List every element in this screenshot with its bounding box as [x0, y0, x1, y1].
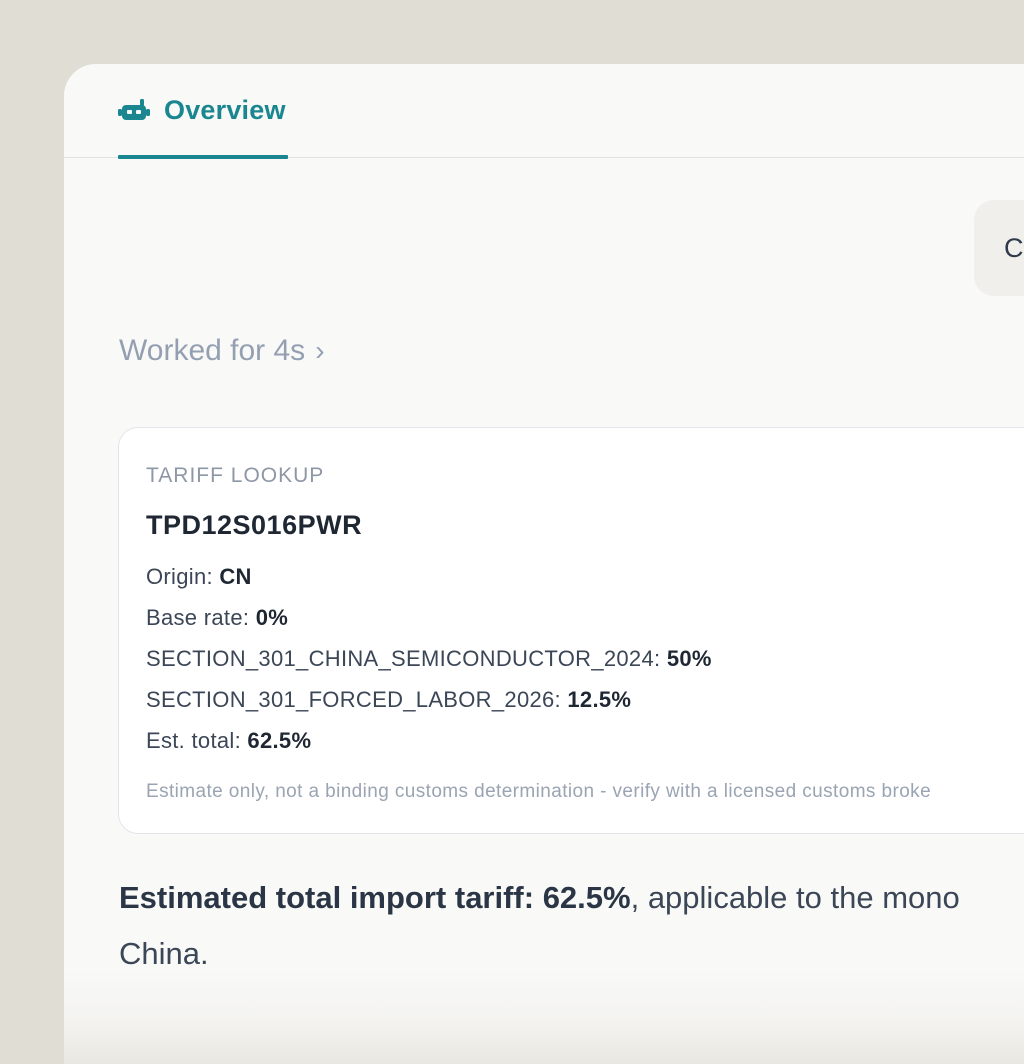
tab-bar: Overview	[64, 64, 1024, 159]
chevron-right-icon: ›	[315, 335, 325, 366]
robot-icon	[118, 97, 150, 125]
section-301-semiconductor-row: SECTION_301_CHINA_SEMICONDUCTOR_2024: 50…	[146, 646, 712, 687]
user-message-bubble: C	[974, 200, 1024, 296]
user-message-text: C	[1004, 232, 1024, 263]
row-value: 62.5%	[247, 728, 312, 753]
base-rate-row: Base rate: 0%	[146, 605, 712, 646]
row-label: Base rate:	[146, 605, 256, 630]
answer-text-line1: , applicable to the mono	[630, 880, 960, 915]
active-tab-indicator	[118, 155, 288, 159]
disclaimer-text: Estimate only, not a binding customs det…	[146, 781, 932, 802]
bottom-fade	[64, 968, 1024, 1064]
tab-overview[interactable]: Overview	[118, 64, 288, 159]
chat-window: Overview C Worked for 4s › TARIFF LOOKUP…	[64, 64, 1024, 1064]
tab-overview-label: Overview	[164, 95, 286, 125]
row-label: SECTION_301_FORCED_LABOR_2026:	[146, 687, 568, 712]
tariff-details: Origin: CN Base rate: 0% SECTION_301_CHI…	[146, 564, 712, 769]
row-label: Est. total:	[146, 728, 248, 753]
row-label: SECTION_301_CHINA_SEMICONDUCTOR_2024:	[146, 646, 667, 671]
origin-row: Origin: CN	[146, 564, 712, 605]
worked-for-label: Worked for 4s	[119, 334, 306, 367]
answer-text-line2: China.	[119, 936, 209, 971]
row-value: 12.5%	[567, 687, 632, 712]
row-value: 0%	[255, 605, 289, 630]
estimated-total-row: Est. total: 62.5%	[146, 728, 712, 769]
part-number: TPD12S016PWR	[146, 510, 363, 540]
tariff-lookup-card: TARIFF LOOKUP TPD12S016PWR Origin: CN Ba…	[118, 427, 1024, 834]
worked-for-toggle[interactable]: Worked for 4s ›	[119, 334, 325, 368]
section-301-forced-labor-row: SECTION_301_FORCED_LABOR_2026: 12.5%	[146, 687, 712, 728]
answer-bold: Estimated total import tariff: 62.5%	[119, 880, 631, 915]
row-label: Origin:	[146, 564, 220, 589]
row-value: 50%	[666, 646, 712, 671]
card-kicker: TARIFF LOOKUP	[146, 464, 325, 487]
row-value: CN	[219, 564, 252, 589]
assistant-answer: Estimated total import tariff: 62.5%, ap…	[119, 870, 1024, 982]
